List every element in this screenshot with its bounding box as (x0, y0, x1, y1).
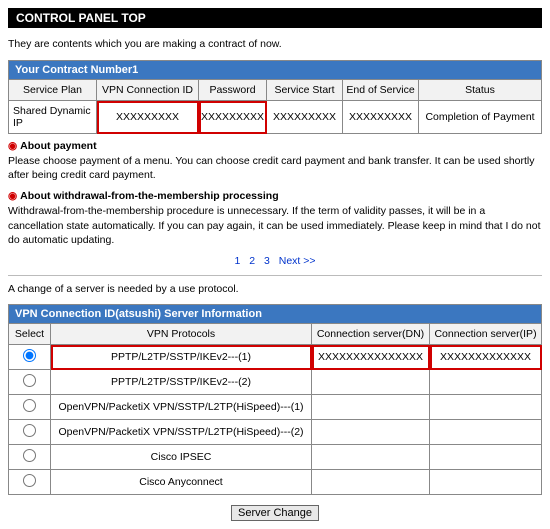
radio-cell (9, 420, 51, 445)
th-end: End of Service (343, 80, 419, 101)
dn-cell (312, 445, 430, 470)
table-row: OpenVPN/PacketiX VPN/SSTP/L2TP(HiSpeed)-… (9, 420, 542, 445)
proto-cell: Cisco IPSEC (51, 445, 312, 470)
th-password: Password (199, 80, 267, 101)
pager: 1 2 3 Next >> (8, 255, 542, 267)
dn-cell (312, 420, 430, 445)
proto-cell: PPTP/L2TP/SSTP/IKEv2---(1) (51, 345, 312, 370)
change-note: A change of a server is needed by a use … (8, 282, 542, 296)
radio-cell (9, 395, 51, 420)
server-radio[interactable] (23, 449, 36, 462)
td-vpnid: XXXXXXXXX (97, 101, 199, 134)
separator (8, 275, 542, 276)
page-next-link[interactable]: Next >> (279, 255, 316, 267)
th-select: Select (9, 324, 51, 345)
table-row: OpenVPN/PacketiX VPN/SSTP/L2TP(HiSpeed)-… (9, 395, 542, 420)
th-start: Service Start (267, 80, 343, 101)
table-row: Cisco IPSEC (9, 445, 542, 470)
th-plan: Service Plan (9, 80, 97, 101)
th-ip: Connection server(IP) (430, 324, 542, 345)
page-1-link[interactable]: 1 (234, 255, 240, 267)
page-2-link[interactable]: 2 (249, 255, 255, 267)
td-status: Completion of Payment (419, 101, 542, 134)
th-proto: VPN Protocols (51, 324, 312, 345)
withdraw-heading: ◉About withdrawal-from-the-membership pr… (8, 190, 542, 202)
server-radio[interactable] (23, 399, 36, 412)
dn-cell (312, 470, 430, 495)
intro-text: They are contents which you are making a… (8, 38, 542, 50)
server-radio[interactable] (23, 474, 36, 487)
bullet-icon: ◉ (8, 190, 17, 202)
td-start: XXXXXXXXX (267, 101, 343, 134)
contract-table: Your Contract Number1 Service Plan VPN C… (8, 60, 542, 134)
contract-band: Your Contract Number1 (9, 61, 542, 80)
payment-body: Please choose payment of a menu. You can… (8, 154, 542, 182)
bullet-icon: ◉ (8, 140, 17, 152)
ip-cell (430, 395, 542, 420)
server-band: VPN Connection ID(atsushi) Server Inform… (9, 305, 542, 324)
page-3-link[interactable]: 3 (264, 255, 270, 267)
proto-cell: PPTP/L2TP/SSTP/IKEv2---(2) (51, 370, 312, 395)
ip-cell (430, 420, 542, 445)
radio-cell (9, 470, 51, 495)
withdraw-body: Withdrawal-from-the-membership procedure… (8, 204, 542, 247)
radio-cell (9, 445, 51, 470)
ip-cell (430, 445, 542, 470)
td-end: XXXXXXXXX (343, 101, 419, 134)
table-row: PPTP/L2TP/SSTP/IKEv2---(2) (9, 370, 542, 395)
table-row: Cisco Anyconnect (9, 470, 542, 495)
th-vpnid: VPN Connection ID (97, 80, 199, 101)
server-radio[interactable] (23, 349, 36, 362)
proto-cell: OpenVPN/PacketiX VPN/SSTP/L2TP(HiSpeed)-… (51, 395, 312, 420)
ip-cell: XXXXXXXXXXXXX (430, 345, 542, 370)
th-dn: Connection server(DN) (312, 324, 430, 345)
ip-cell (430, 370, 542, 395)
proto-cell: OpenVPN/PacketiX VPN/SSTP/L2TP(HiSpeed)-… (51, 420, 312, 445)
th-status: Status (419, 80, 542, 101)
dn-cell (312, 370, 430, 395)
server-radio[interactable] (23, 374, 36, 387)
dn-cell (312, 395, 430, 420)
ip-cell (430, 470, 542, 495)
radio-cell (9, 345, 51, 370)
td-plan: Shared Dynamic IP (9, 101, 97, 134)
radio-cell (9, 370, 51, 395)
page-title: CONTROL PANEL TOP (8, 8, 542, 28)
server-table: VPN Connection ID(atsushi) Server Inform… (8, 304, 542, 495)
td-password: XXXXXXXXX (199, 101, 267, 134)
payment-heading: ◉About payment (8, 140, 542, 152)
table-row: PPTP/L2TP/SSTP/IKEv2---(1)XXXXXXXXXXXXXX… (9, 345, 542, 370)
server-change-button[interactable]: Server Change (231, 505, 319, 521)
proto-cell: Cisco Anyconnect (51, 470, 312, 495)
server-radio[interactable] (23, 424, 36, 437)
dn-cell: XXXXXXXXXXXXXXX (312, 345, 430, 370)
